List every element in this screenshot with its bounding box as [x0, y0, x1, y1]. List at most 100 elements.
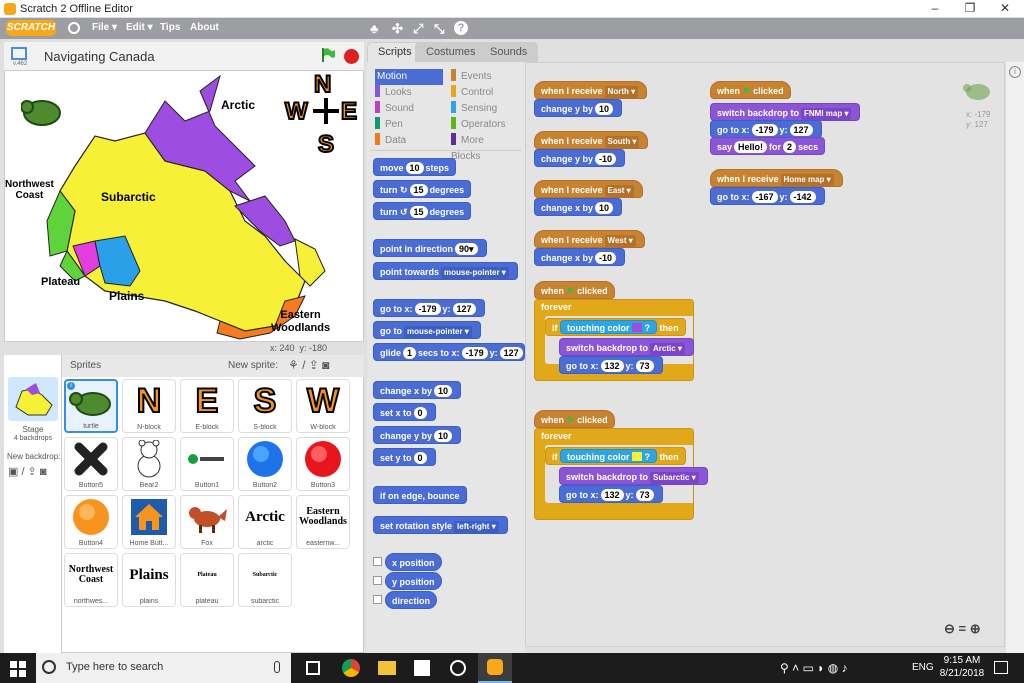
- block-if-touching-purple[interactable]: if touching color ? then: [545, 318, 686, 336]
- sprite-tile-button4[interactable]: Button4: [64, 495, 118, 549]
- blk-dropdown[interactable]: East ▾: [604, 185, 634, 197]
- sprite-tile-bear2[interactable]: Bear2: [122, 437, 176, 491]
- menu-about[interactable]: About: [190, 22, 219, 33]
- block-forever-2[interactable]: forever if touching color ? then switch …: [534, 428, 708, 520]
- language-indicator[interactable]: ENG: [912, 662, 934, 673]
- block-point-direction[interactable]: point in direction 90▾: [373, 239, 487, 257]
- reporter-y-position[interactable]: y position: [385, 572, 442, 590]
- block-forever-1[interactable]: forever if touching color ? then switch …: [534, 299, 694, 381]
- blk-slot[interactable]: 90▾: [455, 243, 478, 255]
- block-switch-arctic[interactable]: switch backdrop to Arctic ▾: [559, 338, 694, 356]
- blk-dropdown[interactable]: left-right ▾: [454, 521, 499, 533]
- stage-canvas[interactable]: Arctic Subarctic Northwest Coast Plateau…: [4, 70, 364, 342]
- sticky-notes-icon[interactable]: [414, 660, 430, 676]
- task-view-icon[interactable]: [306, 661, 320, 675]
- delete-icon[interactable]: ✣: [392, 21, 403, 37]
- blk-dropdown[interactable]: FNMI map ▾: [801, 108, 852, 120]
- sprite-tile-button2[interactable]: Button2: [238, 437, 292, 491]
- blk-slot[interactable]: 0: [413, 452, 427, 464]
- menu-tips[interactable]: Tips: [160, 22, 180, 33]
- blk-slot[interactable]: -167: [751, 191, 778, 203]
- block-change-y[interactable]: change y by 10: [373, 426, 462, 444]
- sprite-tile-northwes-[interactable]: Northwest Coast northwes...: [64, 553, 118, 607]
- category-looks[interactable]: Looks: [375, 85, 412, 101]
- globe-icon[interactable]: [68, 22, 80, 34]
- category-motion[interactable]: Motion: [375, 69, 443, 85]
- tab-costumes[interactable]: Costumes: [415, 42, 487, 62]
- blk-dropdown[interactable]: mouse-pointer ▾: [441, 267, 509, 279]
- blk-slot[interactable]: 73: [635, 360, 654, 372]
- blk-dropdown[interactable]: North ▾: [604, 86, 639, 98]
- category-data[interactable]: Data: [375, 133, 406, 149]
- color-swatch[interactable]: [632, 323, 643, 332]
- help-icon[interactable]: ?: [454, 21, 468, 35]
- sprite-scrollbar[interactable]: [358, 378, 364, 653]
- blk-slot[interactable]: 132: [600, 489, 624, 501]
- blk-dropdown[interactable]: Arctic ▾: [650, 343, 685, 355]
- sprite-tile-easternw-[interactable]: Eastern Woodlands easternw...: [296, 495, 350, 549]
- block-say-hello[interactable]: say Hello! for 2 secs: [710, 137, 826, 155]
- block-switch-fnmi[interactable]: switch backdrop to FNMI map ▾: [710, 103, 861, 121]
- block-goto-xy[interactable]: go to x: -179 y: 127: [373, 299, 485, 317]
- shrink-icon[interactable]: ⤡: [434, 21, 444, 37]
- scratch-taskbar-button[interactable]: [478, 653, 512, 683]
- block-bounce[interactable]: if on edge, bounce: [373, 486, 467, 504]
- sprite-tile-button1[interactable]: Button1: [180, 437, 234, 491]
- project-title[interactable]: Navigating Canada: [44, 49, 155, 64]
- duplicate-icon[interactable]: ♣: [370, 21, 379, 36]
- microphone-icon[interactable]: [274, 661, 280, 673]
- hat-receive-south[interactable]: when I receive South ▾: [534, 131, 649, 149]
- blk-slot[interactable]: -10: [595, 252, 617, 264]
- menu-file[interactable]: File ▾: [92, 22, 117, 33]
- blk-slot[interactable]: 127: [789, 124, 813, 136]
- checkbox-direction[interactable]: [373, 595, 382, 604]
- sprite-info-icon[interactable]: i: [67, 382, 75, 390]
- reporter-direction[interactable]: direction: [385, 591, 438, 609]
- category-sensing[interactable]: Sensing: [451, 101, 497, 117]
- info-icon[interactable]: i: [1009, 66, 1021, 78]
- block-goto-mouse[interactable]: go to mouse-pointer ▾: [373, 321, 481, 339]
- sprite-tile-arctic[interactable]: Arctic arctic: [238, 495, 292, 549]
- blk-dropdown[interactable]: South ▾: [604, 136, 640, 148]
- sprite-tile-home-butt-[interactable]: Home Butt...: [122, 495, 176, 549]
- blk-slot[interactable]: 0: [413, 407, 427, 419]
- checkbox-x-position[interactable]: [373, 557, 382, 566]
- blk-slot[interactable]: 10: [595, 103, 614, 115]
- new-sprite-icons[interactable]: ⚘ / ⇪ ◙: [288, 358, 329, 372]
- clock-date[interactable]: 8/21/2018: [938, 668, 986, 679]
- block-set-y[interactable]: set y to 0: [373, 448, 436, 466]
- blk-slot[interactable]: 1: [403, 347, 417, 359]
- block-glide[interactable]: glide 1 secs to x: -179 y: 127: [373, 343, 525, 361]
- touching-color-yellow[interactable]: touching color ?: [560, 449, 658, 463]
- green-flag-icon[interactable]: [321, 47, 335, 63]
- scripts-scrollbar[interactable]: i: [1006, 62, 1024, 653]
- block-switch-subarctic[interactable]: switch backdrop to Subarctic ▾: [559, 467, 708, 485]
- hat-receive-north[interactable]: when I receive North ▾: [534, 81, 648, 99]
- category-sound[interactable]: Sound: [375, 101, 414, 117]
- sprite-tile-plains[interactable]: Plains plains: [122, 553, 176, 607]
- menu-edit[interactable]: Edit ▾: [126, 22, 153, 33]
- sprite-tile-plateau[interactable]: Plateau plateau: [180, 553, 234, 607]
- touching-color-purple[interactable]: touching color ?: [560, 320, 658, 334]
- sprite-tile-button3[interactable]: Button3: [296, 437, 350, 491]
- block-change-y-south[interactable]: change y by -10: [534, 149, 626, 167]
- hat-flag-clicked-1[interactable]: when ⚑ clicked: [534, 281, 615, 299]
- blk-slot[interactable]: -179: [461, 347, 488, 359]
- close-button[interactable]: ✕: [990, 1, 1020, 17]
- reporter-x-position[interactable]: x position: [385, 553, 442, 571]
- sprite-tile-s-block[interactable]: S S-block: [238, 379, 292, 433]
- taskbar-search[interactable]: Type here to search: [36, 653, 291, 683]
- new-backdrop-icons[interactable]: ▣ / ⇪ ◙: [8, 465, 46, 478]
- sprite-tile-e-block[interactable]: E E-block: [180, 379, 234, 433]
- compass-e[interactable]: E: [340, 97, 358, 126]
- hat-flag-clicked-3[interactable]: when ⚑ clicked: [710, 81, 791, 99]
- category-pen[interactable]: Pen: [375, 117, 403, 133]
- block-goto-3[interactable]: go to x: -179 y: 127: [710, 120, 822, 138]
- color-swatch[interactable]: [632, 452, 643, 461]
- blk-slot[interactable]: 2: [783, 141, 797, 153]
- notifications-icon[interactable]: [994, 661, 1008, 674]
- blk-dropdown[interactable]: Subarctic ▾: [650, 472, 699, 484]
- sprite-tile-subarctic[interactable]: Subarctic subarctic: [238, 553, 292, 607]
- block-if-touching-yellow[interactable]: if touching color ? then: [545, 447, 686, 465]
- sprite-tile-button5[interactable]: Button5: [64, 437, 118, 491]
